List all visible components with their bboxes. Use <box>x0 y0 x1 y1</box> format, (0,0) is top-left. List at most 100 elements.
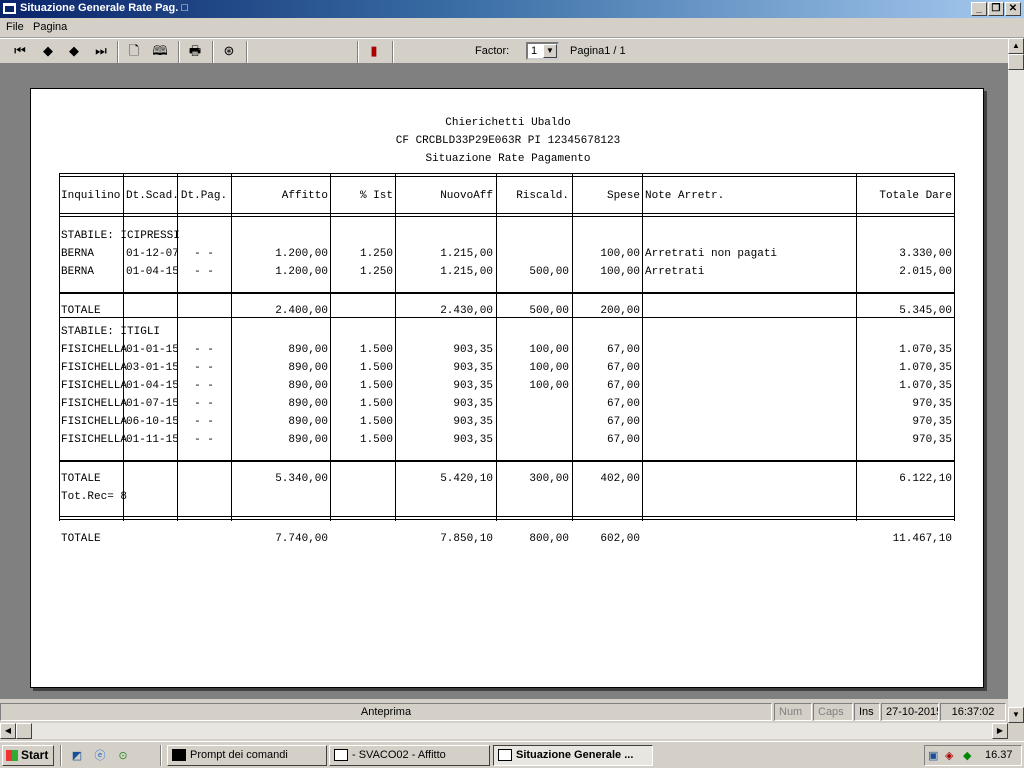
group-label: STABILE: ITIGLI <box>61 326 161 338</box>
table-cell: 890,00 <box>288 416 328 428</box>
table-cell: TOTALE <box>61 305 101 317</box>
security-icon[interactable]: ◈ <box>945 747 953 766</box>
single-page-icon[interactable]: 🗋 <box>124 42 144 60</box>
chevron-down-icon[interactable]: ▼ <box>543 44 557 58</box>
table-cell: FISICHELLA <box>61 362 128 374</box>
scroll-left-icon[interactable]: ◀ <box>0 723 16 739</box>
task-situazione[interactable]: Situazione Generale ... <box>493 745 653 766</box>
table-cell: 602,00 <box>600 533 640 545</box>
header-rule <box>59 173 955 177</box>
table-cell: 7.740,00 <box>275 533 328 545</box>
table-cell: 1.070,35 <box>899 362 952 374</box>
hscroll-thumb[interactable] <box>16 723 32 739</box>
scroll-right-icon[interactable]: ▶ <box>992 723 1008 739</box>
scroll-thumb[interactable] <box>1008 54 1024 70</box>
table-cell: 500,00 <box>529 305 569 317</box>
table-cell: NuovoAff <box>440 190 493 202</box>
task-label: - SVACO02 - Affitto <box>352 749 446 761</box>
media-player-icon[interactable]: ⊙ <box>113 747 133 765</box>
table-cell: Arretrati non pagati <box>645 248 778 260</box>
prev-page-icon[interactable]: ◆ <box>38 42 58 60</box>
internet-explorer-icon[interactable]: ⓔ <box>90 747 110 765</box>
maximize-button[interactable]: ❐ <box>988 2 1004 16</box>
table-cell: 1.215,00 <box>440 266 493 278</box>
menu-file[interactable]: File <box>6 21 24 33</box>
table-cell: 67,00 <box>606 380 640 392</box>
task-svaco02[interactable]: - SVACO02 - Affitto <box>329 745 490 766</box>
status-date: 27-10-2015 <box>881 703 939 721</box>
table-cell: 100,00 <box>529 344 569 356</box>
table-cell: 03-01-15 <box>126 362 179 374</box>
table-cell: FISICHELLA <box>61 434 128 446</box>
table-cell: - - <box>194 380 214 392</box>
table-cell: 1.200,00 <box>275 248 328 260</box>
table-cell: 890,00 <box>288 380 328 392</box>
status-num: Num <box>774 703 812 721</box>
group-separator <box>59 317 955 318</box>
menu-pagina[interactable]: Pagina <box>33 21 67 33</box>
header-rule <box>59 516 955 520</box>
table-cell: 1.500 <box>359 434 393 446</box>
window-title: Situazione Generale Rate Pag. □ <box>20 2 189 14</box>
last-page-icon[interactable]: ⏭ <box>91 42 111 60</box>
table-cell: 01-07-15 <box>126 398 179 410</box>
table-cell: 800,00 <box>529 533 569 545</box>
two-page-icon[interactable]: 🕮 <box>150 42 170 60</box>
table-cell: - - <box>194 344 214 356</box>
title-bar[interactable]: Situazione Generale Rate Pag. □ _ ❐ ✕ <box>0 0 1024 18</box>
group-label: STABILE: ICIPRESSI <box>61 230 180 242</box>
table-cell: 903,35 <box>453 416 493 428</box>
scroll-up-icon[interactable]: ▲ <box>1008 38 1024 54</box>
table-cell: 903,35 <box>453 398 493 410</box>
factor-select[interactable]: 1 ▼ <box>526 42 559 60</box>
show-desktop-icon[interactable]: ◩ <box>67 747 87 765</box>
toolbar-separator <box>178 41 180 63</box>
table-cell: 1.500 <box>359 362 393 374</box>
table-cell: Riscald. <box>516 190 569 202</box>
preview-area[interactable]: Chierichetti Ubaldo CF CRCBLD33P29E063R … <box>0 64 1008 699</box>
minimize-button[interactable]: _ <box>971 2 987 16</box>
table-cell: 903,35 <box>453 362 493 374</box>
close-button[interactable]: ✕ <box>1005 2 1021 16</box>
table-cell: 5.345,00 <box>899 305 952 317</box>
table-cell: 2.015,00 <box>899 266 952 278</box>
table-cell: 01-04-15 <box>126 266 179 278</box>
table-cell: Affitto <box>281 190 328 202</box>
table-cell: 2.430,00 <box>440 305 493 317</box>
table-cell: 903,35 <box>453 434 493 446</box>
table-cell: 500,00 <box>529 266 569 278</box>
table-cell: - - <box>194 362 214 374</box>
table-cell: 903,35 <box>453 380 493 392</box>
print-icon[interactable]: 🖶 <box>185 42 205 60</box>
toolbar-separator <box>357 41 359 63</box>
table-cell: 6.122,10 <box>899 473 952 485</box>
table-cell: FISICHELLA <box>61 398 128 410</box>
table-cell: FISICHELLA <box>61 344 128 356</box>
horizontal-scrollbar[interactable]: ◀ ▶ <box>0 723 1008 739</box>
total-record-count: Tot.Rec= 8 <box>61 491 128 503</box>
vertical-scrollbar[interactable]: ▲ ▼ <box>1008 38 1024 723</box>
report-owner: Chierichetti Ubaldo <box>445 117 571 129</box>
page-indicator: Pagina1 / 1 <box>570 45 626 57</box>
start-button[interactable]: Start <box>2 745 54 766</box>
column-rule <box>642 173 643 521</box>
task-prompt[interactable]: Prompt dei comandi <box>167 745 327 766</box>
scroll-down-icon[interactable]: ▼ <box>1008 707 1024 723</box>
status-bar: Anteprima Num Caps Ins 27-10-2015 16:37:… <box>0 701 1008 723</box>
column-rule <box>330 173 331 521</box>
network-icon[interactable]: ▣ <box>928 747 938 766</box>
update-icon[interactable]: ◆ <box>963 747 971 766</box>
subtotal-rule <box>59 460 955 462</box>
table-cell: 67,00 <box>606 362 640 374</box>
table-cell: BERNA <box>61 248 95 260</box>
next-page-icon[interactable]: ◆ <box>64 42 84 60</box>
exit-door-icon[interactable]: ▮ <box>364 42 384 60</box>
first-page-icon[interactable]: ⏮ <box>10 42 30 60</box>
table-cell: BERNA <box>61 266 95 278</box>
column-rule <box>395 173 396 521</box>
status-time: 16:37:02 <box>940 703 1006 721</box>
table-cell: 11.467,10 <box>892 533 952 545</box>
table-cell: - - <box>194 434 214 446</box>
table-cell: 970,35 <box>912 434 952 446</box>
export-icon[interactable]: ⊛ <box>219 42 239 60</box>
